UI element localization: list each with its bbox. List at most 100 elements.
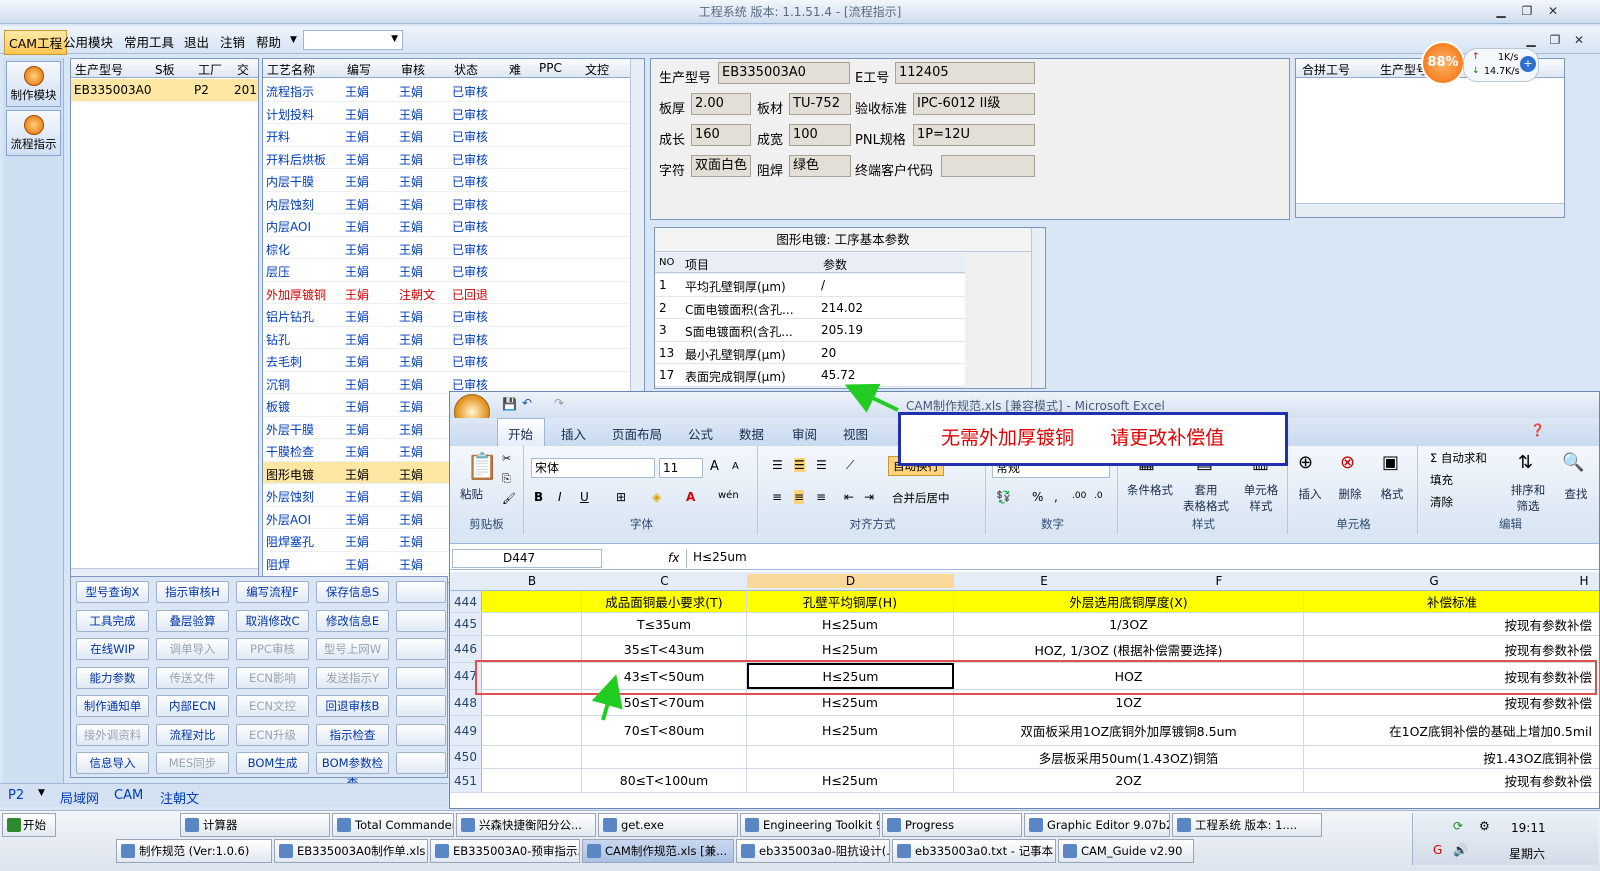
e-number-field[interactable]: 112405 bbox=[895, 62, 1035, 84]
increase-decimal-icon[interactable]: .00 bbox=[1072, 491, 1086, 501]
align-right-icon[interactable]: ≡ bbox=[816, 490, 826, 504]
sheet-row[interactable]: 444 成品面铜最小要求(T) 孔壁平均铜厚(H) 外层选用底铜厚度(X) 补偿标准 bbox=[450, 591, 1599, 613]
acceptance-standard-field[interactable]: IPC-6012 II级 bbox=[913, 93, 1035, 115]
table-row[interactable]: 内层AOI 王娟 王娟 已审核 bbox=[263, 214, 644, 237]
sheet-cell[interactable] bbox=[482, 746, 582, 768]
column-g[interactable]: G bbox=[1304, 574, 1564, 588]
autosum-button[interactable]: Σ 自动求和 bbox=[1430, 450, 1487, 466]
column-d[interactable]: D bbox=[747, 574, 954, 588]
paste-icon[interactable]: 📋 bbox=[466, 452, 498, 482]
undo-icon[interactable]: ↶ bbox=[522, 396, 532, 410]
width-field[interactable]: 100 bbox=[789, 124, 851, 146]
table-row[interactable]: 外加厚镀铜 王娟 注朝文 已回退 bbox=[263, 282, 644, 304]
sheet-cell[interactable] bbox=[582, 746, 747, 768]
action-button[interactable]: 调单导入 bbox=[156, 638, 229, 660]
make-module-button[interactable]: 制作模块 bbox=[6, 61, 61, 107]
bold-icon[interactable]: B bbox=[534, 490, 543, 504]
tab-home[interactable]: 开始 bbox=[508, 424, 533, 443]
taskbar-item[interactable]: 计算器 bbox=[180, 813, 330, 837]
format-cells-button[interactable]: 格式 bbox=[1374, 486, 1410, 502]
table-row[interactable]: 3 S面电镀面积(含孔... 205.19 bbox=[655, 319, 965, 342]
font-size-select[interactable]: 11 bbox=[659, 458, 703, 478]
table-row[interactable]: 开料 王娟 王娟 已审核 bbox=[263, 124, 644, 147]
action-button[interactable]: 回退审核B bbox=[316, 695, 389, 717]
action-button[interactable]: 保存信息S bbox=[316, 581, 389, 603]
action-button[interactable]: PPC审核 bbox=[236, 638, 309, 660]
action-button[interactable] bbox=[396, 666, 446, 689]
taskbar-item[interactable]: CAM制作规范.xls [兼... bbox=[582, 839, 734, 863]
phonetic-icon[interactable]: wén bbox=[718, 490, 739, 501]
italic-icon[interactable]: I bbox=[558, 490, 562, 504]
solder-mask-field[interactable]: 绿色 bbox=[789, 155, 851, 177]
tab-insert[interactable]: 插入 bbox=[561, 424, 586, 443]
sheet-cell[interactable]: 按现有参数补偿 bbox=[1304, 636, 1599, 662]
table-row[interactable]: 铝片钻孔 王娟 王娟 已审核 bbox=[263, 304, 644, 327]
cell-style-button[interactable]: 单元格 样式 bbox=[1236, 482, 1286, 514]
minimize-icon[interactable]: ▁ bbox=[1492, 3, 1510, 19]
align-bottom-icon[interactable]: ☰ bbox=[816, 458, 827, 472]
row-number[interactable]: 450 bbox=[450, 746, 482, 768]
table-row[interactable]: 内层干膜 王娟 王娟 已审核 bbox=[263, 169, 644, 192]
align-top-icon[interactable]: ☰ bbox=[772, 458, 783, 472]
action-button[interactable]: MES同步 bbox=[156, 752, 229, 774]
taskbar-item[interactable]: Graphic Editor 9.07b2... bbox=[1024, 813, 1170, 837]
column-h[interactable]: H bbox=[1564, 574, 1599, 588]
action-button[interactable]: BOM参数检查 bbox=[316, 752, 389, 790]
volume-icon[interactable]: 🔊 bbox=[1453, 843, 1468, 857]
legend-field[interactable]: 双面白色 bbox=[691, 155, 751, 177]
taskbar-item[interactable]: 制作规范 (Ver:1.0.6) bbox=[116, 839, 272, 863]
menu-common-module[interactable]: 公用模块 bbox=[63, 32, 113, 51]
sheet-cell[interactable]: H≤25um bbox=[747, 769, 954, 792]
sort-filter-icon[interactable]: ⇅ bbox=[1518, 452, 1533, 473]
sheet-cell[interactable]: 按现有参数补偿 bbox=[1304, 769, 1599, 792]
action-button[interactable]: 修改信息E bbox=[316, 609, 389, 632]
action-button[interactable]: 型号查询X bbox=[76, 581, 149, 603]
taskbar-item[interactable]: eb335003a0-阻抗设计(... bbox=[736, 839, 890, 863]
row-number[interactable]: 444 bbox=[450, 591, 482, 612]
action-button[interactable] bbox=[396, 638, 446, 660]
action-button[interactable]: 流程对比 bbox=[156, 723, 229, 746]
action-button[interactable]: 工具完成 bbox=[76, 609, 149, 632]
table-row[interactable]: 去毛刺 王娟 王娟 已审核 bbox=[263, 349, 644, 372]
taskbar-item[interactable]: eb335003a0.txt - 记事本 bbox=[892, 839, 1056, 863]
network-meter-badge[interactable]: 88% bbox=[1421, 41, 1465, 85]
table-format-button[interactable]: 套用 表格格式 bbox=[1176, 482, 1236, 514]
sheet-cell[interactable]: 多层板采用50um(1.43OZ)铜箔 bbox=[954, 746, 1304, 768]
length-field[interactable]: 160 bbox=[691, 124, 751, 146]
action-button[interactable]: 编写流程F bbox=[236, 581, 309, 603]
sheet-cell[interactable]: HOZ, 1/3OZ (根据补偿需要选择) bbox=[954, 636, 1304, 662]
sheet-cell[interactable]: H≤25um bbox=[747, 716, 954, 745]
tab-p2[interactable]: P2 bbox=[8, 788, 24, 803]
find-icon[interactable]: 🔍 bbox=[1562, 452, 1584, 473]
sheet-cell[interactable]: 按1.43OZ底铜补偿 bbox=[1304, 746, 1599, 768]
action-button[interactable]: 发送指示Y bbox=[316, 666, 389, 689]
sheet-cell[interactable]: 在1OZ底铜补偿的基础上增加0.5mil bbox=[1304, 716, 1599, 745]
sheet-cell[interactable] bbox=[482, 636, 582, 662]
sheet-cell[interactable]: 外层选用底铜厚度(X) bbox=[954, 591, 1304, 612]
menu-cam[interactable]: CAM工程 bbox=[4, 30, 68, 55]
grow-font-icon[interactable]: A bbox=[710, 459, 719, 474]
format-painter-icon[interactable]: 🖌 bbox=[502, 492, 516, 505]
action-button[interactable] bbox=[396, 752, 446, 774]
tab-review[interactable]: 审阅 bbox=[792, 424, 817, 443]
pnl-spec-field[interactable]: 1P=12U bbox=[913, 124, 1035, 146]
currency-icon[interactable]: 💱 bbox=[996, 490, 1011, 504]
action-button[interactable]: 制作通知单 bbox=[76, 695, 149, 717]
sort-filter-button[interactable]: 排序和 筛选 bbox=[1506, 482, 1550, 514]
tray-icon[interactable]: G bbox=[1433, 843, 1442, 857]
shrink-font-icon[interactable]: A bbox=[732, 461, 739, 472]
increase-indent-icon[interactable]: ⇥ bbox=[864, 490, 874, 504]
insert-cells-button[interactable]: 插入 bbox=[1292, 486, 1328, 502]
action-button[interactable] bbox=[396, 723, 446, 746]
taskbar-item[interactable]: CAM_Guide v2.90 bbox=[1058, 839, 1194, 863]
menu-exit[interactable]: 退出 bbox=[184, 32, 209, 51]
chevron-down-icon[interactable]: ▼ bbox=[38, 788, 45, 798]
tab-view[interactable]: 视图 bbox=[843, 424, 868, 443]
taskbar-item[interactable]: 工程系统 版本: 1.... bbox=[1172, 813, 1322, 837]
fill-color-icon[interactable]: ◈ bbox=[652, 490, 661, 504]
decrease-decimal-icon[interactable]: .0 bbox=[1094, 491, 1103, 501]
font-color-icon[interactable]: A bbox=[686, 490, 695, 504]
align-left-icon[interactable]: ≡ bbox=[772, 490, 782, 504]
align-center-icon[interactable]: ≡ bbox=[794, 490, 805, 504]
sheet-cell[interactable]: 35≤T<43um bbox=[582, 636, 747, 662]
